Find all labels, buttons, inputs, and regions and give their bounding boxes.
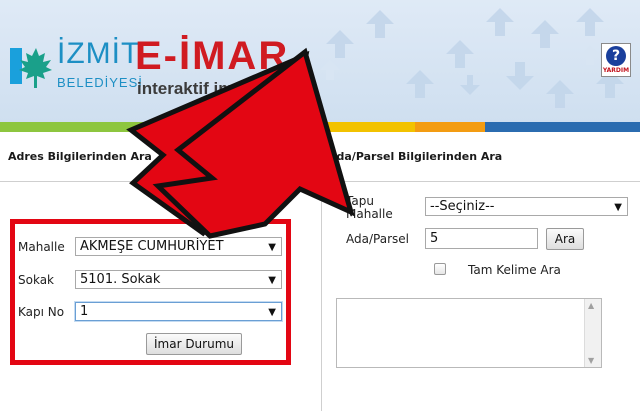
help-button[interactable]: ? YARDIM <box>601 43 631 77</box>
scroll-down-icon[interactable]: ▼ <box>588 356 594 365</box>
tapu-mahalle-selected-value: --Seçiniz-- <box>430 199 495 214</box>
exact-match-label: Tam Kelime Ara <box>468 263 561 277</box>
brand-subtitle: interaktif imar durumu <box>137 79 318 98</box>
izmit-leaf-logo-icon <box>10 48 52 88</box>
right-panel-title: Ada/Parsel Bilgilerinden Ara <box>328 150 503 163</box>
chevron-down-icon: ▼ <box>614 202 622 213</box>
results-scrollbar[interactable]: ▲ ▼ <box>584 299 601 367</box>
panel-vertical-divider <box>321 136 322 411</box>
brand-belediye: BELEDİYESİ <box>57 75 143 90</box>
ara-button[interactable]: Ara <box>546 228 584 250</box>
red-highlight-frame <box>10 219 291 365</box>
strip-yellow <box>325 122 415 132</box>
adaparsel-label: Ada/Parsel <box>346 232 409 246</box>
tapu-label-line2: Mahalle <box>346 207 393 221</box>
strip-orange <box>415 122 485 132</box>
brand-eimar: E-İMAR <box>135 34 290 78</box>
panel-header-divider <box>0 181 640 182</box>
strip-green <box>0 122 160 132</box>
adaparsel-input[interactable]: 5 <box>425 228 538 249</box>
brand-izmit: İZMİT <box>57 37 141 70</box>
tapu-mahalle-label: Tapu Mahalle <box>346 195 393 221</box>
header-color-strip <box>0 122 640 132</box>
help-question-icon: ? <box>606 46 626 66</box>
strip-darkblue <box>485 122 640 132</box>
scroll-up-icon[interactable]: ▲ <box>588 301 594 310</box>
results-textarea[interactable]: ▲ ▼ <box>336 298 602 368</box>
site-header: İZMİT BELEDİYESİ E-İMAR interaktif imar … <box>0 0 640 122</box>
tapu-mahalle-select[interactable]: --Seçiniz-- ▼ <box>425 197 628 216</box>
exact-match-checkbox[interactable] <box>434 263 446 275</box>
strip-blue <box>160 122 325 132</box>
left-panel-title: Adres Bilgilerinden Ara <box>8 150 152 163</box>
help-label: YARDIM <box>602 67 630 74</box>
